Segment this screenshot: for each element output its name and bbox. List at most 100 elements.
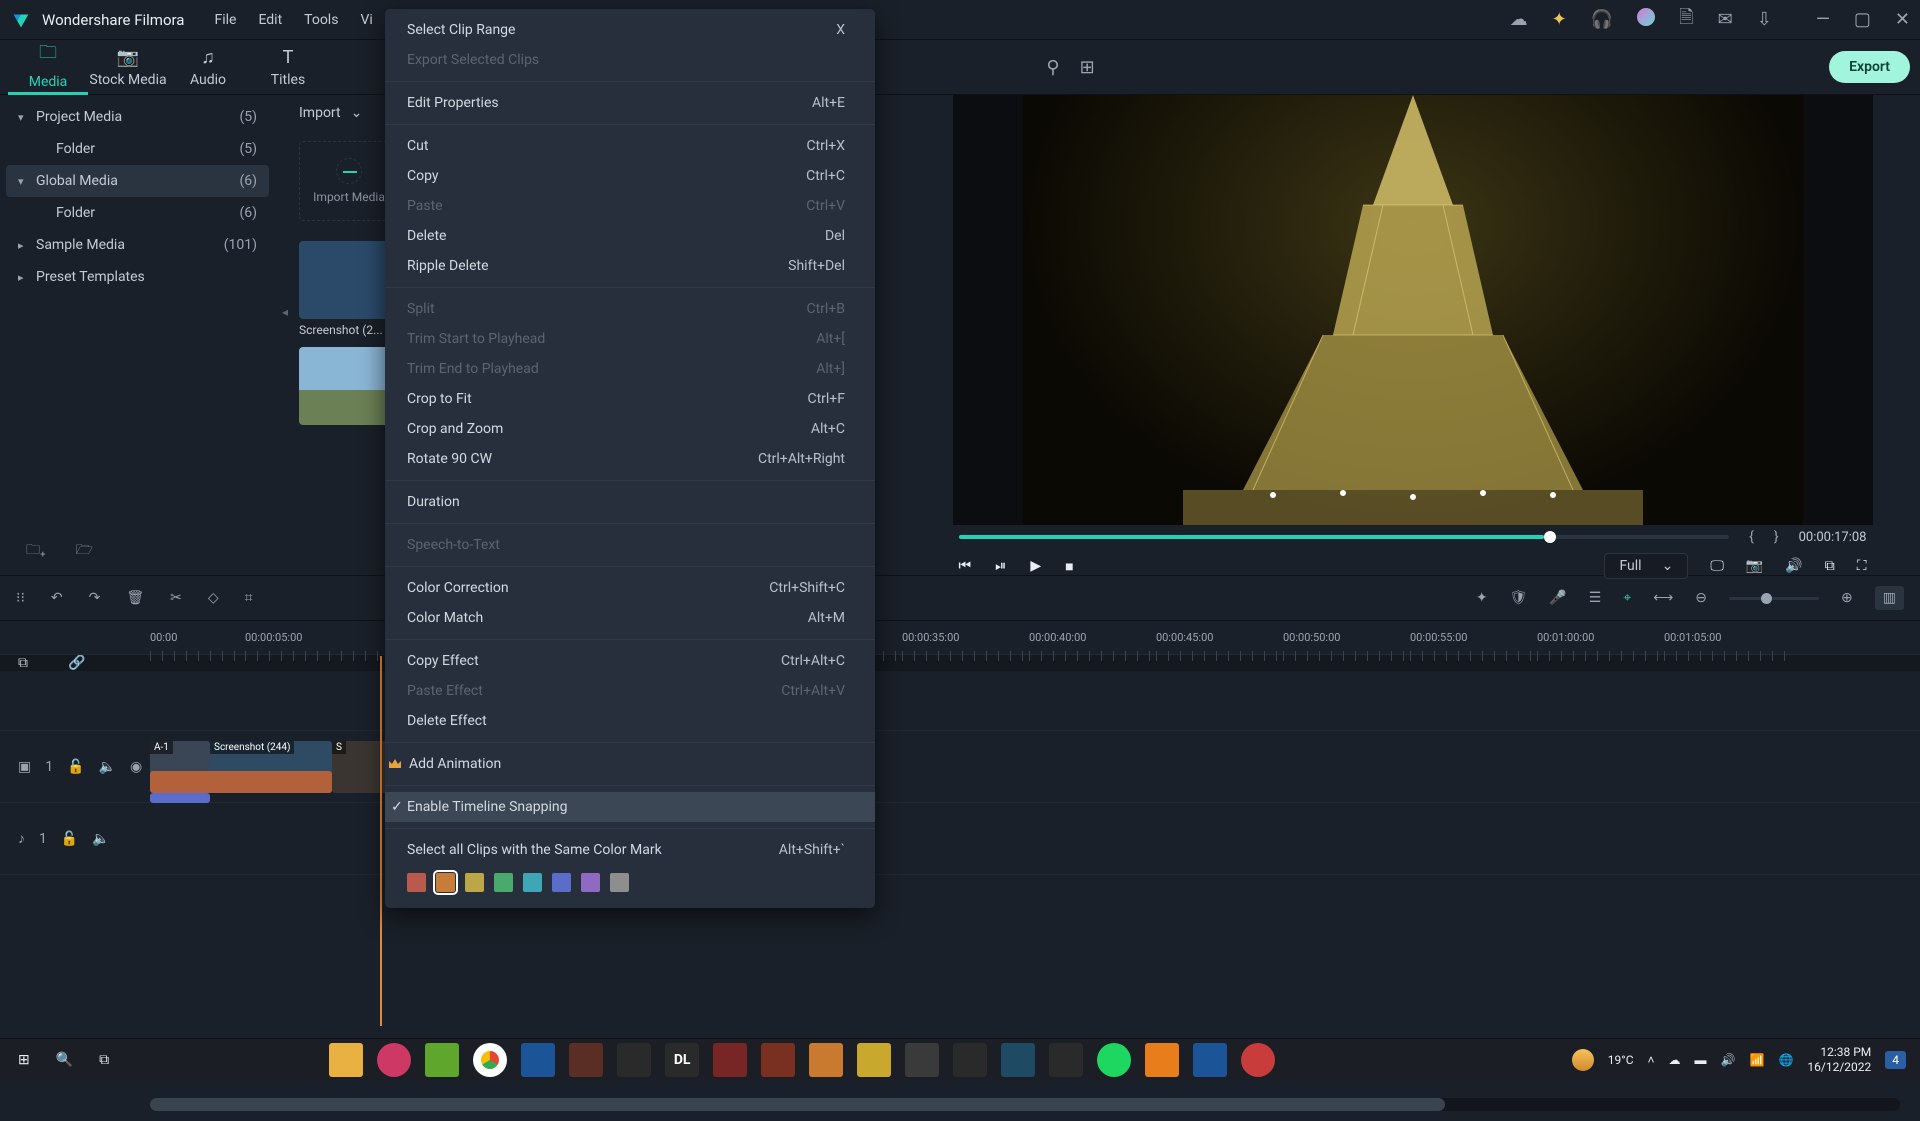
color-swatch[interactable] — [494, 873, 513, 892]
taskbar-app[interactable] — [953, 1043, 987, 1077]
ctx-crop-fit[interactable]: Crop to FitCtrl+F — [385, 384, 875, 414]
crop-icon[interactable]: ⌗ — [245, 590, 253, 606]
audio-track-1[interactable]: ♪1 🔓 🔈 — [0, 803, 1920, 875]
task-view-icon[interactable]: ⧉ — [99, 1052, 109, 1068]
taskbar-app[interactable] — [521, 1043, 555, 1077]
taskbar-app-explorer[interactable] — [329, 1043, 363, 1077]
ctx-add-animation[interactable]: Add Animation — [385, 749, 875, 779]
ctx-crop-zoom[interactable]: Crop and ZoomAlt+C — [385, 414, 875, 444]
taskbar-app-opera[interactable] — [377, 1043, 411, 1077]
sidebar-item-global-media[interactable]: ▾Global Media(6) — [6, 165, 269, 197]
tray-chevron-icon[interactable]: ˄ — [1648, 1053, 1655, 1067]
ctx-delete[interactable]: DeleteDel — [385, 221, 875, 251]
media-thumbnail[interactable] — [299, 347, 399, 425]
ctx-edit-properties[interactable]: Edit PropertiesAlt+E — [385, 88, 875, 118]
render-icon[interactable]: ✦ — [1476, 590, 1488, 606]
seek-slider[interactable] — [959, 535, 1730, 539]
taskbar-app[interactable] — [809, 1043, 843, 1077]
taskbar-app-spotify[interactable] — [1097, 1043, 1131, 1077]
sidebar-item-folder-1[interactable]: Folder(5) — [6, 133, 269, 165]
timeline-view-toggle[interactable]: ▥ — [1875, 586, 1904, 610]
tray-cloud-icon[interactable]: ☁ — [1669, 1053, 1681, 1067]
sidebar-item-project-media[interactable]: ▾Project Media(5) — [6, 101, 269, 133]
undo-icon[interactable]: ↶ — [51, 590, 63, 606]
menu-tools[interactable]: Tools — [304, 12, 338, 28]
stop-icon[interactable]: ■ — [1065, 558, 1073, 575]
mute-icon[interactable]: 🔈 — [99, 759, 116, 775]
tab-audio[interactable]: ♫Audio — [168, 47, 248, 88]
mixer-icon[interactable]: ☰ — [1589, 590, 1602, 606]
tab-media[interactable]: 🗀Media — [8, 40, 88, 95]
cloud-icon[interactable]: ☁ — [1510, 9, 1528, 30]
color-swatch[interactable] — [610, 873, 629, 892]
taskbar-app[interactable] — [905, 1043, 939, 1077]
video-track-1[interactable]: ▣1 🔓 🔈 ◉ A-1 Screenshot (244) S — [0, 731, 1920, 803]
taskbar-app[interactable] — [1001, 1043, 1035, 1077]
zoom-in-icon[interactable]: ⊕ — [1841, 590, 1853, 606]
import-media-dropzone[interactable]: Import Media — [299, 141, 399, 221]
tag-icon[interactable]: ◇ — [208, 590, 219, 606]
scrollbar-thumb[interactable] — [150, 1098, 1445, 1111]
timeline-audio-clip[interactable] — [150, 771, 332, 793]
quality-select[interactable]: Full⌄ — [1604, 553, 1688, 579]
taskbar-app[interactable] — [1241, 1043, 1275, 1077]
color-swatch[interactable] — [552, 873, 571, 892]
split-icon[interactable]: ✂ — [170, 590, 182, 606]
attach-icon[interactable]: 🔗 — [68, 655, 85, 671]
volume-icon[interactable]: 🔊 — [1785, 558, 1802, 574]
menu-edit[interactable]: Edit — [258, 12, 282, 28]
tray-lang-icon[interactable]: 🌐 — [1778, 1053, 1793, 1067]
color-swatch[interactable] — [523, 873, 542, 892]
ctx-delete-effect[interactable]: Delete Effect — [385, 706, 875, 736]
taskbar-app[interactable]: DL — [665, 1043, 699, 1077]
maximize-icon[interactable]: ▢ — [1854, 9, 1871, 30]
snapshot-icon[interactable]: 📷 — [1746, 558, 1763, 574]
zoom-out-icon[interactable]: ⊖ — [1695, 590, 1707, 606]
sidebar-item-folder-2[interactable]: Folder(6) — [6, 197, 269, 229]
adjust-icon[interactable]: ⁝⁝ — [16, 590, 25, 606]
save-icon[interactable]: 🗎 — [1679, 5, 1693, 35]
marker-icon[interactable]: ⌖ — [1623, 590, 1631, 606]
color-swatch[interactable] — [436, 873, 455, 892]
zoom-slider[interactable] — [1729, 597, 1819, 600]
search-icon[interactable]: 🔍 — [56, 1052, 73, 1068]
delete-icon[interactable]: 🗑 — [126, 590, 144, 606]
weather-icon[interactable] — [1572, 1049, 1594, 1071]
mic-icon[interactable]: 🎤 — [1549, 590, 1566, 606]
collapse-handle[interactable]: ◂ — [282, 305, 288, 319]
taskbar-app-filmora[interactable] — [1193, 1043, 1227, 1077]
grid-icon[interactable]: ⊞ — [1080, 57, 1095, 78]
avatar-icon[interactable] — [1637, 8, 1655, 31]
pip-icon[interactable]: ⧉ — [1825, 558, 1835, 574]
notification-badge[interactable]: 4 — [1885, 1051, 1906, 1069]
color-swatch[interactable] — [465, 873, 484, 892]
shield-icon[interactable]: 🛡 — [1510, 590, 1528, 606]
mail-icon[interactable]: ✉ — [1718, 9, 1733, 30]
tray-sound-icon[interactable]: 🔊 — [1721, 1053, 1736, 1067]
timeline-selection[interactable] — [150, 793, 210, 803]
display-icon[interactable]: 🖵 — [1710, 558, 1724, 574]
ctx-enable-snapping[interactable]: ✓Enable Timeline Snapping — [385, 792, 875, 822]
lock-icon[interactable]: 🔓 — [61, 831, 78, 847]
step-frame-icon[interactable]: ⏯ — [995, 558, 1006, 574]
redo-icon[interactable]: ↷ — [89, 590, 101, 606]
temperature[interactable]: 19°C — [1608, 1053, 1634, 1067]
ctx-rotate[interactable]: Rotate 90 CWCtrl+Alt+Right — [385, 444, 875, 474]
tab-titles[interactable]: TTitles — [248, 47, 328, 88]
ctx-select-clip-range[interactable]: Select Clip RangeX — [385, 15, 875, 45]
sidebar-item-sample-media[interactable]: ▸Sample Media(101) — [6, 229, 269, 261]
visibility-icon[interactable]: ◉ — [130, 759, 142, 775]
close-icon[interactable]: ✕ — [1895, 9, 1910, 30]
playhead[interactable] — [380, 656, 382, 1026]
ctx-cut[interactable]: CutCtrl+X — [385, 131, 875, 161]
taskbar-app[interactable] — [713, 1043, 747, 1077]
color-swatch[interactable] — [581, 873, 600, 892]
menu-file[interactable]: File — [214, 12, 236, 28]
support-icon[interactable]: 🎧 — [1591, 9, 1613, 30]
ctx-select-same-color[interactable]: Select all Clips with the Same Color Mar… — [385, 835, 875, 865]
ctx-color-correction[interactable]: Color CorrectionCtrl+Shift+C — [385, 573, 875, 603]
taskbar-app[interactable] — [761, 1043, 795, 1077]
taskbar-app[interactable] — [1049, 1043, 1083, 1077]
taskbar-app[interactable] — [617, 1043, 651, 1077]
taskbar-app-vlc[interactable] — [1145, 1043, 1179, 1077]
